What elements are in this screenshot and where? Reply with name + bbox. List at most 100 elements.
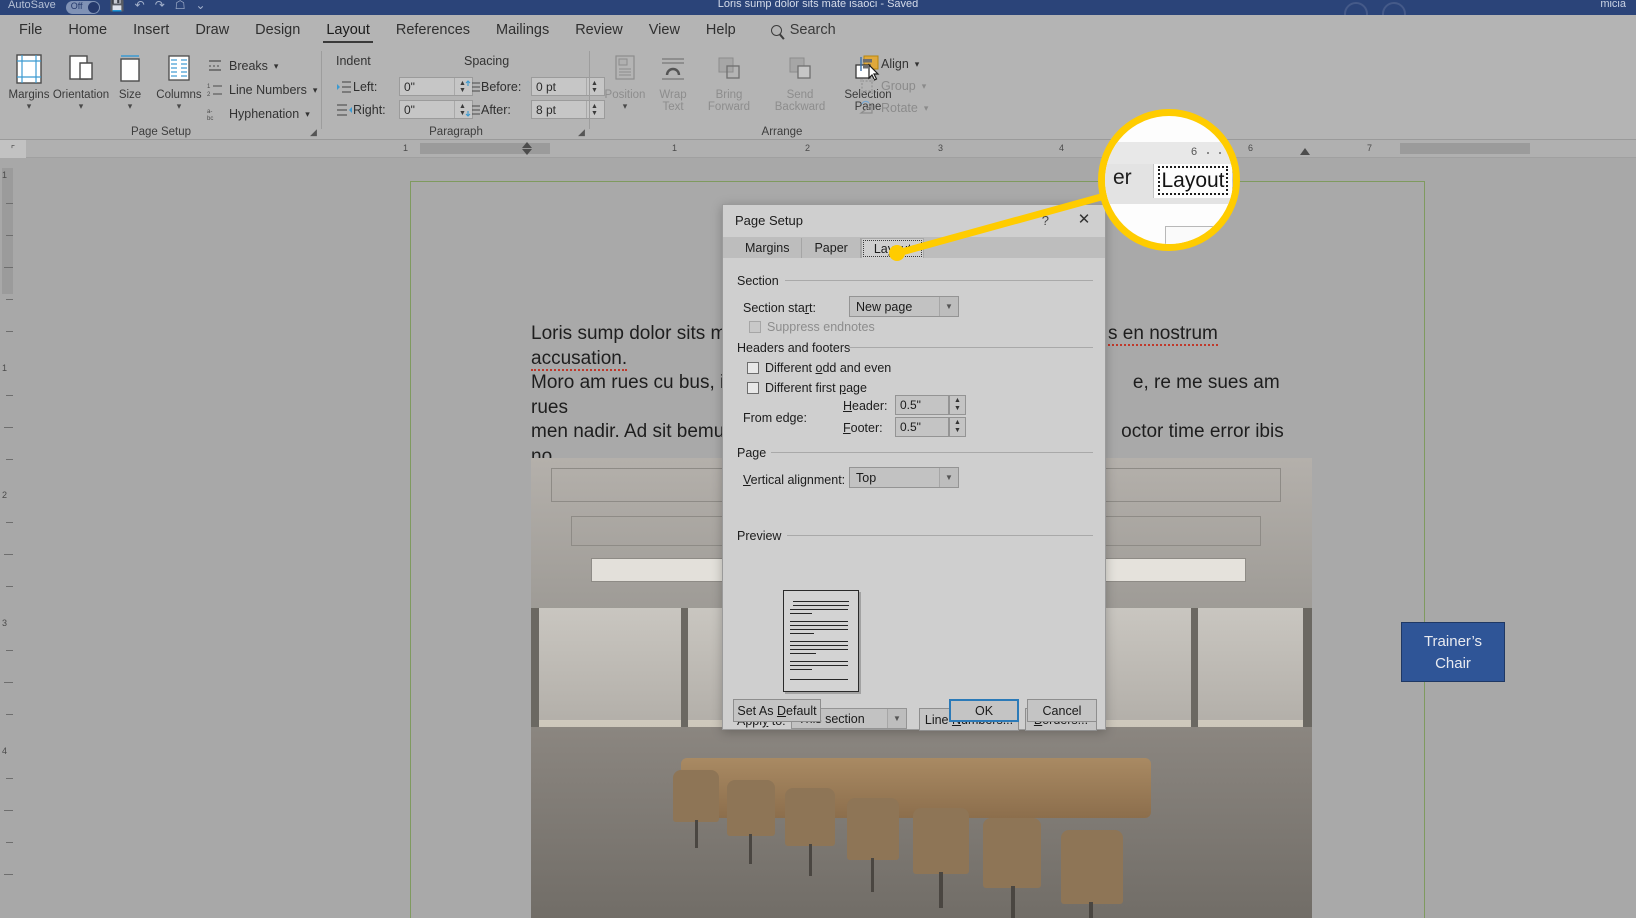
chevron-down-icon[interactable]: ▼ <box>887 709 906 728</box>
dialog-tab-margins[interactable]: Margins <box>733 238 803 259</box>
ruler-number: 7 <box>1367 143 1373 153</box>
spacing-after-input[interactable] <box>532 101 586 118</box>
circle-icon <box>1382 2 1406 15</box>
ribbon: Margins ▾ Orientation ▾ Size ▾ Columns ▾… <box>0 45 1636 140</box>
chevron-down-icon[interactable]: ▾ <box>922 81 927 92</box>
different-first-page-checkbox[interactable]: Different first page <box>747 381 867 395</box>
ribbon-group-arrange: Position ▾ Wrap Text Bring Forward Send … <box>592 45 932 140</box>
tab-home[interactable]: Home <box>55 18 120 42</box>
bring-forward-button[interactable]: Bring Forward <box>696 49 762 113</box>
indent-right-stepper[interactable]: ▲▼ <box>399 100 473 119</box>
suppress-endnotes-checkbox[interactable]: Suppress endnotes <box>749 320 875 334</box>
header-distance-input[interactable]: 0.5" <box>895 395 949 415</box>
tab-draw[interactable]: Draw <box>182 18 242 42</box>
footer-distance-input[interactable]: 0.5" <box>895 417 949 437</box>
margins-label: Margins <box>8 89 50 101</box>
group-separator <box>589 51 590 129</box>
spacing-header: Spacing <box>464 54 510 68</box>
close-icon[interactable]: ✕ <box>1073 211 1095 229</box>
chevron-down-icon[interactable]: ▾ <box>915 59 920 70</box>
chevron-down-icon[interactable]: ▾ <box>313 85 318 96</box>
columns-button[interactable]: Columns ▾ <box>150 49 208 111</box>
dialog-title-bar[interactable]: Page Setup ? ✕ <box>723 205 1105 235</box>
paragraph-line-1-a: Loris sump dolor sits mate <box>531 323 753 344</box>
trainers-chair-textbox[interactable]: Trainer’s Chair <box>1401 622 1505 682</box>
group-icon <box>858 78 875 95</box>
chevron-down-icon[interactable]: ▾ <box>924 103 929 114</box>
preview-line <box>790 633 814 635</box>
first-line-indent-marker[interactable] <box>522 142 532 148</box>
checkbox-box[interactable] <box>747 382 759 394</box>
align-button[interactable]: Align ▾ <box>858 53 919 75</box>
set-as-default-button[interactable]: Set As Default <box>733 699 821 722</box>
chevron-down-icon[interactable]: ▾ <box>305 109 310 120</box>
right-indent-marker[interactable] <box>1300 148 1310 155</box>
indent-left-input[interactable] <box>400 78 454 95</box>
tab-view[interactable]: View <box>636 18 693 42</box>
section-start-combobox[interactable]: New page ▼ <box>849 296 959 317</box>
indent-right-row: Right: ▲▼ <box>336 100 473 119</box>
ruler-tick <box>6 203 13 204</box>
dialog-tab-paper[interactable]: Paper <box>802 238 861 259</box>
header-distance-stepper[interactable]: ▲ ▼ <box>949 395 966 415</box>
indent-right-input[interactable] <box>400 101 454 118</box>
chevron-down-icon[interactable]: ▾ <box>0 101 58 111</box>
spacing-before-input[interactable] <box>532 78 586 95</box>
size-button[interactable]: Size ▾ <box>106 49 154 111</box>
photo-chair <box>1061 830 1123 904</box>
tab-layout[interactable]: Layout <box>313 18 383 43</box>
line-numbers-button[interactable]: 1 2 Line Numbers ▾ <box>206 79 318 101</box>
indent-left-stepper[interactable]: ▲▼ <box>399 77 473 96</box>
svg-text:1: 1 <box>207 84 211 90</box>
hanging-indent-marker[interactable] <box>522 149 532 155</box>
vertical-alignment-combobox[interactable]: Top ▼ <box>849 467 959 488</box>
breaks-button[interactable]: Breaks ▾ <box>206 55 278 77</box>
preview-line <box>790 645 848 647</box>
tab-references[interactable]: References <box>383 18 483 42</box>
wrap-text-button[interactable]: Wrap Text <box>644 49 702 113</box>
help-icon[interactable]: ? <box>1042 213 1049 228</box>
ruler-margin-shade-right <box>1400 143 1530 154</box>
textbox-line-2: Chair <box>1435 655 1471 672</box>
page-setup-dialog-launcher[interactable]: ◢ <box>310 128 319 137</box>
tab-mailings[interactable]: Mailings <box>483 18 562 42</box>
photo-chair <box>727 780 775 836</box>
photo-chair-leg <box>939 872 943 908</box>
search-box[interactable]: Search <box>749 22 836 38</box>
photo-chair <box>983 818 1041 888</box>
account-label[interactable]: micia <box>1600 0 1626 10</box>
margins-button[interactable]: Margins ▾ <box>0 49 58 111</box>
chevron-down-icon[interactable]: ▾ <box>52 101 110 111</box>
paragraph-dialog-launcher[interactable]: ◢ <box>578 128 587 137</box>
ok-button[interactable]: OK <box>949 699 1019 722</box>
rotate-button[interactable]: Rotate ▾ <box>858 97 928 119</box>
align-icon <box>858 56 875 73</box>
chevron-down-icon[interactable]: ▾ <box>274 61 279 72</box>
horizontal-ruler[interactable]: ⌜ 1 1 2 3 4 5 6 7 <box>0 140 1636 158</box>
checkbox-box[interactable] <box>749 321 761 333</box>
send-backward-button[interactable]: Send Backward <box>764 49 836 113</box>
tab-design[interactable]: Design <box>242 18 313 42</box>
tab-insert[interactable]: Insert <box>120 18 182 42</box>
vertical-ruler[interactable]: 1 1 2 3 4 <box>0 158 26 918</box>
group-button[interactable]: Group ▾ <box>858 75 926 97</box>
chevron-down-icon[interactable]: ▼ <box>939 297 958 316</box>
magnified-previous-tab-fragment: er <box>1113 166 1132 189</box>
footer-distance-stepper[interactable]: ▲ ▼ <box>949 417 966 437</box>
tab-file[interactable]: File <box>6 18 55 42</box>
tab-help[interactable]: Help <box>693 18 749 42</box>
ruler-tick <box>6 459 13 460</box>
tab-stop-selector[interactable]: ⌜ <box>0 140 26 158</box>
cancel-button[interactable]: Cancel <box>1027 699 1097 722</box>
tab-review[interactable]: Review <box>562 18 636 42</box>
chevron-down-icon[interactable]: ▾ <box>106 101 154 111</box>
orientation-button[interactable]: Orientation ▾ <box>52 49 110 111</box>
page-setup-dialog[interactable]: Page Setup ? ✕ Margins Paper Layout Sect… <box>722 204 1106 731</box>
chevron-down-icon[interactable]: ▾ <box>150 101 208 111</box>
chevron-down-icon[interactable]: ▼ <box>939 468 958 487</box>
ruler-tick <box>6 395 13 396</box>
different-odd-even-checkbox[interactable]: Different odd and even <box>747 361 891 375</box>
checkbox-box[interactable] <box>747 362 759 374</box>
rotate-label: Rotate <box>881 101 918 115</box>
hyphenation-button[interactable]: a- bc Hyphenation ▾ <box>206 103 310 125</box>
